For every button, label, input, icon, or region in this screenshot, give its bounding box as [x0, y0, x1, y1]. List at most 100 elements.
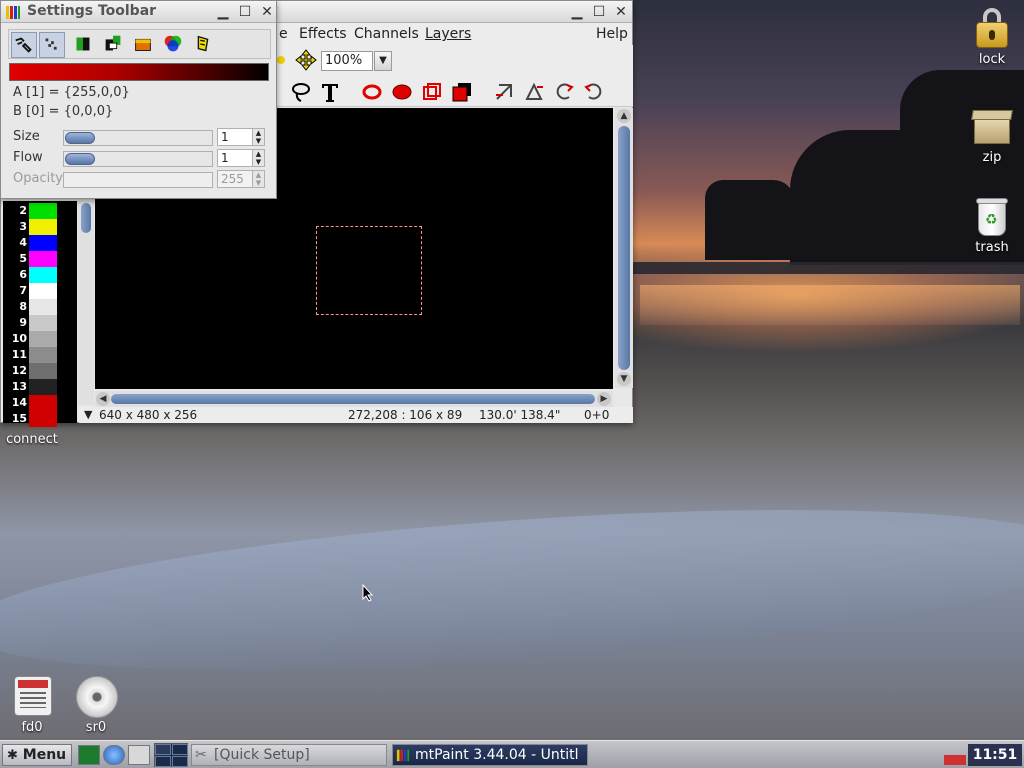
rectangle-filled-icon[interactable]	[451, 81, 473, 103]
size-slider[interactable]	[63, 130, 213, 146]
start-menu-button[interactable]: ✱ Menu	[2, 744, 72, 766]
palette-swatch[interactable]	[29, 203, 57, 219]
scrollbar-thumb[interactable]	[111, 394, 595, 404]
tab-clone[interactable]	[191, 32, 217, 58]
palette-entry[interactable]: 13	[3, 379, 77, 395]
palette-swatch[interactable]	[29, 347, 57, 363]
palette-entry[interactable]: 3	[3, 219, 77, 235]
palette-entry[interactable]: 11	[3, 347, 77, 363]
task-quick-setup[interactable]: ✂ [Quick Setup]	[191, 744, 387, 766]
spin-arrows-icon[interactable]: ▲ ▼	[252, 150, 264, 166]
workspace-4[interactable]	[172, 756, 188, 767]
rotate-icon[interactable]	[523, 81, 545, 103]
rotate-left-icon[interactable]	[553, 81, 575, 103]
rotate-right-icon[interactable]	[583, 81, 605, 103]
palette-swatch[interactable]	[29, 283, 57, 299]
tab-gradient[interactable]	[71, 32, 97, 58]
palette-swatch[interactable]	[29, 219, 57, 235]
settings-titlebar[interactable]: Settings Toolbar ▁ ☐ ✕	[1, 1, 276, 23]
workspace-pager[interactable]	[154, 743, 188, 767]
selection-rectangle[interactable]	[316, 226, 422, 315]
ellipse-outline-icon[interactable]	[361, 81, 383, 103]
palette-swatch[interactable]	[29, 411, 57, 427]
slider-knob[interactable]	[65, 153, 95, 165]
desktop-icon-fd0[interactable]: fd0	[0, 676, 64, 735]
close-icon[interactable]: ✕	[259, 4, 275, 20]
tab-pattern[interactable]	[39, 32, 65, 58]
palette-swatch[interactable]	[29, 315, 57, 331]
palette-entry[interactable]: 9	[3, 315, 77, 331]
tray-indicator[interactable]	[944, 755, 966, 765]
tab-fill[interactable]	[131, 32, 157, 58]
minimize-icon[interactable]: ▁	[215, 4, 231, 20]
zoom-select[interactable]: 100%	[321, 51, 373, 71]
ellipse-filled-icon[interactable]	[391, 81, 413, 103]
scroll-up-icon[interactable]: ▲	[617, 109, 631, 123]
minimize-icon[interactable]: ▁	[569, 4, 585, 20]
menu-channels[interactable]: Channels	[354, 26, 419, 42]
color-gradient-preview[interactable]	[9, 63, 269, 81]
menu-edit[interactable]: e	[279, 26, 288, 42]
tab-color[interactable]	[161, 32, 187, 58]
lasso-icon[interactable]	[290, 81, 312, 103]
palette-entry[interactable]: 2	[3, 203, 77, 219]
horizontal-scrollbar[interactable]: ◀ ▶	[95, 391, 613, 407]
palette-entry[interactable]: 15	[3, 411, 77, 427]
palette-entry[interactable]: 6	[3, 267, 77, 283]
scroll-left-icon[interactable]: ◀	[96, 392, 110, 406]
palette-swatch[interactable]	[29, 251, 57, 267]
scroll-right-icon[interactable]: ▶	[597, 392, 611, 406]
palette-entry[interactable]: 8	[3, 299, 77, 315]
palette-entry[interactable]: 7	[3, 283, 77, 299]
web-browser-icon[interactable]	[103, 745, 125, 765]
palette-entry[interactable]: 14	[3, 395, 77, 411]
palette-scrollbar[interactable]	[78, 201, 94, 405]
desktop-icon-lock[interactable]: lock	[960, 8, 1024, 67]
palette-swatch[interactable]	[29, 267, 57, 283]
show-desktop-icon[interactable]	[78, 745, 100, 765]
desktop-icon-trash[interactable]: ♻ trash	[960, 196, 1024, 255]
desktop-icon-zip[interactable]: zip	[960, 106, 1024, 165]
workspace-1[interactable]	[155, 744, 171, 755]
slider-knob[interactable]	[65, 132, 95, 144]
scroll-down-icon[interactable]: ▼	[617, 372, 631, 386]
flow-spinbox[interactable]: 1 ▲ ▼	[217, 149, 265, 167]
palette-swatch[interactable]	[29, 363, 57, 379]
tab-brush[interactable]	[11, 32, 37, 58]
menu-help[interactable]: Help	[596, 26, 628, 42]
palette-swatch[interactable]	[29, 331, 57, 347]
palette-swatch[interactable]	[29, 395, 57, 411]
palette-entry[interactable]: 4	[3, 235, 77, 251]
close-icon[interactable]: ✕	[613, 4, 629, 20]
flip-icon[interactable]	[493, 81, 515, 103]
tab-mask[interactable]	[101, 32, 127, 58]
maximize-icon[interactable]: ☐	[237, 4, 253, 20]
spin-arrows-icon[interactable]: ▲ ▼	[252, 129, 264, 145]
workspace-2[interactable]	[172, 744, 188, 755]
menu-layers[interactable]: Layers	[425, 26, 471, 42]
desktop-icon-sr0[interactable]: sr0	[64, 676, 128, 735]
menu-effects[interactable]: Effects	[299, 26, 347, 42]
rectangle-outline-icon[interactable]	[421, 81, 443, 103]
clock[interactable]: 11:51	[968, 744, 1022, 766]
palette-swatch[interactable]	[29, 299, 57, 315]
task-mtpaint[interactable]: mtPaint 3.44.04 - Untitl	[392, 744, 588, 766]
flow-slider[interactable]	[63, 151, 213, 167]
scroll-down-icon[interactable]: ▼	[84, 408, 92, 421]
workspace-3[interactable]	[155, 756, 171, 767]
spin-arrows-icon[interactable]: ▲ ▼	[252, 171, 264, 187]
scrollbar-thumb[interactable]	[81, 203, 91, 233]
vertical-scrollbar[interactable]: ▲ ▼	[615, 108, 633, 388]
text-tool-icon[interactable]	[319, 81, 341, 103]
opacity-spinbox[interactable]: 255 ▲ ▼	[217, 170, 265, 188]
move-arrows-icon[interactable]	[295, 49, 317, 71]
palette-entry[interactable]: 10	[3, 331, 77, 347]
opacity-slider[interactable]	[63, 172, 213, 188]
palette-entry[interactable]: 12	[3, 363, 77, 379]
desktop-icon-connect[interactable]: connect	[0, 432, 64, 447]
size-spinbox[interactable]: 1 ▲ ▼	[217, 128, 265, 146]
chevron-down-icon[interactable]: ▼	[374, 51, 392, 71]
maximize-icon[interactable]: ☐	[591, 4, 607, 20]
palette-entry[interactable]: 5	[3, 251, 77, 267]
scrollbar-thumb[interactable]	[618, 126, 630, 370]
